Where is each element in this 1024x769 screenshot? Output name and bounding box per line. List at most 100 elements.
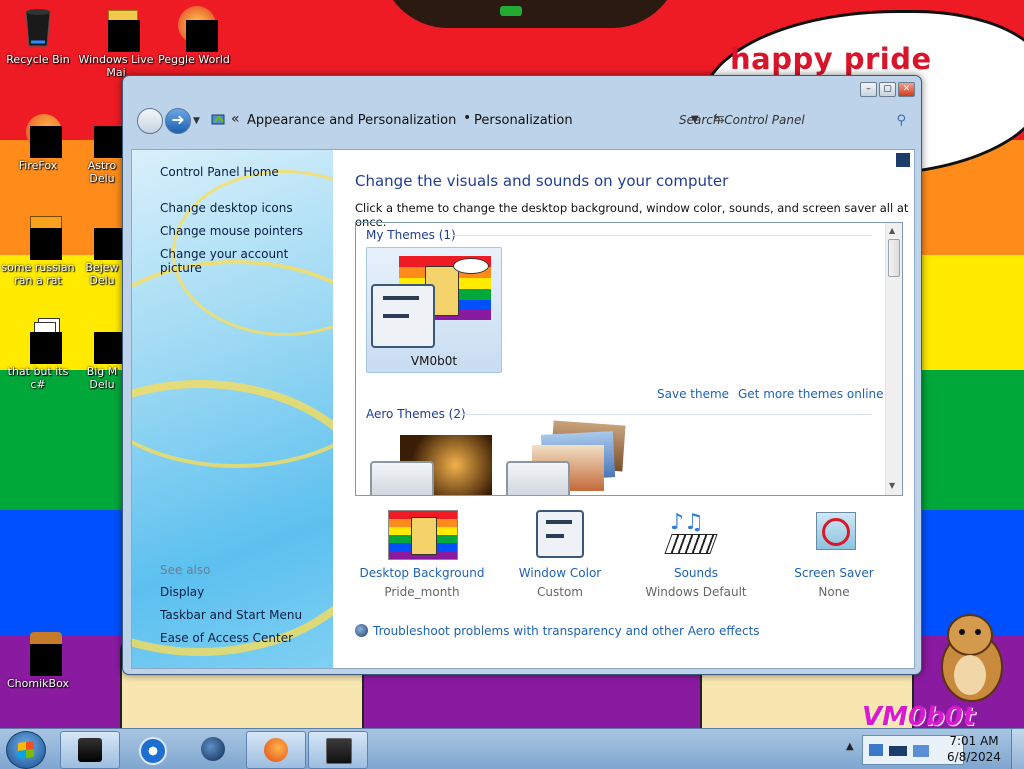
desktop-icon-chomikbox[interactable]: ChomikBox bbox=[0, 630, 76, 690]
show-desktop-button[interactable] bbox=[1011, 729, 1024, 769]
theme-tile-vm0b0t[interactable]: VM0b0t bbox=[366, 247, 502, 373]
desktop-icon-label: some russian ran a rat bbox=[1, 261, 75, 287]
desktop-icon-astro[interactable]: Astro Delu bbox=[78, 112, 126, 185]
change-mouse-pointers-link[interactable]: Change mouse pointers bbox=[160, 224, 303, 238]
sounds-icon: ♪♫ bbox=[662, 510, 730, 562]
address-bar[interactable]: « Appearance and Personalization • Perso… bbox=[207, 108, 725, 133]
screen-saver-setting[interactable]: Screen Saver None bbox=[769, 510, 899, 599]
screen-saver-value: None bbox=[818, 585, 850, 599]
desktop-icon-label: Astro Delu bbox=[87, 159, 117, 185]
desktop-icon-some-russian[interactable]: some russian ran a rat bbox=[0, 214, 76, 287]
window-color-icon bbox=[526, 510, 594, 562]
windows-media-player-icon bbox=[139, 737, 167, 765]
show-hidden-icons-icon[interactable]: ▲ bbox=[846, 741, 854, 752]
taskbar-control-panel[interactable] bbox=[308, 731, 368, 769]
arrow-right-icon: ➜ bbox=[171, 110, 185, 129]
taskbar: ▲ 7:01 AM 6/8/2024 bbox=[0, 728, 1024, 769]
display-link[interactable]: Display bbox=[160, 585, 204, 599]
desktop-icon-label: Peggle World bbox=[158, 53, 230, 66]
taskbar-firefox[interactable] bbox=[246, 731, 306, 769]
ease-of-access-link[interactable]: Ease of Access Center bbox=[160, 631, 293, 645]
window-color-label[interactable]: Window Color bbox=[495, 566, 625, 580]
recent-pages-dropdown-icon[interactable]: ▼ bbox=[193, 116, 200, 126]
breadcrumb-separator[interactable]: • bbox=[463, 110, 471, 126]
desktop-icon-label: that but its c# bbox=[7, 365, 69, 391]
desktop-icon-recycle-bin[interactable]: Recycle Bin bbox=[0, 6, 76, 66]
desktop-icon-peggle-world[interactable]: Peggle World bbox=[156, 6, 232, 66]
my-themes-heading: My Themes (1) bbox=[366, 228, 456, 242]
desktop-icon-windows-live-mail[interactable]: Windows Live Mai bbox=[78, 6, 154, 79]
desktop-icon-label: FireFox bbox=[18, 159, 58, 172]
breadcrumb-personalization[interactable]: Personalization bbox=[474, 113, 573, 128]
minimize-button[interactable]: – bbox=[860, 82, 877, 97]
scrollbar-thumb[interactable] bbox=[888, 239, 900, 277]
save-theme-link[interactable]: Save theme bbox=[657, 387, 729, 401]
desktop-icon-label: ChomikBox bbox=[7, 677, 69, 690]
change-account-picture-link[interactable]: Change your account picture bbox=[160, 247, 333, 275]
taskbar-internet-explorer[interactable] bbox=[184, 731, 242, 767]
desktop-icon-firefox[interactable]: FireFox bbox=[0, 112, 76, 172]
clock-time: 7:01 AM bbox=[949, 734, 999, 748]
taskbar-start-menu-link[interactable]: Taskbar and Start Menu bbox=[160, 608, 302, 622]
desktop-background-icon bbox=[388, 510, 458, 562]
task-pane: Control Panel Home Change desktop icons … bbox=[132, 150, 333, 668]
control-panel-icon bbox=[326, 738, 352, 764]
screen-saver-label[interactable]: Screen Saver bbox=[769, 566, 899, 580]
window-color-setting[interactable]: Window Color Custom bbox=[495, 510, 625, 599]
troubleshoot-label[interactable]: Troubleshoot problems with transparency … bbox=[373, 624, 760, 638]
desktop-background-setting[interactable]: Desktop Background Pride_month bbox=[357, 510, 487, 599]
start-button[interactable] bbox=[6, 731, 46, 769]
main-pane: Change the visuals and sounds on your co… bbox=[333, 150, 914, 668]
breadcrumb-appearance[interactable]: Appearance and Personalization bbox=[247, 113, 456, 128]
navigation-bar: ➜ ▼ « Appearance and Personalization • P… bbox=[131, 104, 911, 138]
clock[interactable]: 7:01 AM 6/8/2024 bbox=[936, 733, 1012, 765]
close-button[interactable]: ✕ bbox=[898, 82, 915, 97]
change-desktop-icons-link[interactable]: Change desktop icons bbox=[160, 201, 293, 215]
get-more-themes-link[interactable]: Get more themes online bbox=[738, 387, 884, 401]
forward-button[interactable]: ➜ bbox=[165, 108, 191, 134]
themes-scrollbar[interactable]: ▲ ▼ bbox=[885, 223, 902, 495]
window-controls: – ▢ ✕ bbox=[860, 82, 915, 97]
desktop-background-label[interactable]: Desktop Background bbox=[357, 566, 487, 580]
help-icon[interactable] bbox=[896, 153, 910, 167]
search-icon[interactable]: ⚲ bbox=[896, 113, 906, 128]
internet-explorer-icon bbox=[201, 737, 225, 761]
system-tray: ▲ 7:01 AM 6/8/2024 bbox=[840, 729, 1024, 769]
breadcrumb-overflow[interactable]: « bbox=[231, 111, 240, 127]
troubleshoot-icon bbox=[355, 624, 368, 637]
control-panel-icon bbox=[211, 114, 225, 125]
theme-tile-aero-2[interactable] bbox=[506, 420, 630, 495]
group-divider bbox=[452, 235, 872, 236]
sounds-label[interactable]: Sounds bbox=[631, 566, 761, 580]
desktop-icon-big-money[interactable]: Big M Delu bbox=[78, 318, 126, 391]
scroll-up-icon[interactable]: ▲ bbox=[889, 226, 895, 235]
personalization-window: – ▢ ✕ ➜ ▼ « Appearance and Personalizati… bbox=[122, 75, 922, 675]
taskbar-windows-media-player[interactable] bbox=[122, 731, 180, 767]
maximize-button[interactable]: ▢ bbox=[879, 82, 896, 97]
troubleshoot-link[interactable]: Troubleshoot problems with transparency … bbox=[355, 624, 760, 638]
sounds-value: Windows Default bbox=[645, 585, 747, 599]
firefox-icon bbox=[16, 112, 62, 158]
hamster-image bbox=[941, 614, 1003, 702]
control-panel-home-link[interactable]: Control Panel Home bbox=[160, 165, 279, 179]
sounds-setting[interactable]: ♪♫ Sounds Windows Default bbox=[631, 510, 761, 599]
back-button[interactable] bbox=[137, 108, 163, 134]
search-input[interactable]: Search Control Panel bbox=[679, 113, 805, 127]
window-color-value: Custom bbox=[537, 585, 583, 599]
desktop-background-value: Pride_month bbox=[384, 585, 460, 599]
scroll-down-icon[interactable]: ▼ bbox=[889, 481, 895, 490]
taskbar-media-center[interactable] bbox=[60, 731, 120, 769]
aero-themes-heading: Aero Themes (2) bbox=[366, 407, 466, 421]
window-content: Control Panel Home Change desktop icons … bbox=[131, 149, 915, 669]
wallpaper-character-eye bbox=[500, 6, 522, 16]
desktop-icon-bejeweled[interactable]: Bejew Delu bbox=[78, 214, 126, 287]
clock-date: 6/8/2024 bbox=[947, 750, 1001, 764]
desktop-icon-label: Recycle Bin bbox=[6, 53, 70, 66]
desktop-icon-label: Bejew Delu bbox=[85, 261, 119, 287]
screen-saver-icon bbox=[800, 510, 868, 562]
desktop-icon-that-but-its-csharp[interactable]: that but its c# bbox=[0, 318, 76, 391]
theme-tile-aero-1[interactable] bbox=[370, 431, 494, 495]
media-center-icon bbox=[78, 738, 102, 762]
wallpaper-character-head bbox=[380, 0, 680, 28]
search-box[interactable]: Search Control Panel ⚲ bbox=[671, 108, 911, 133]
